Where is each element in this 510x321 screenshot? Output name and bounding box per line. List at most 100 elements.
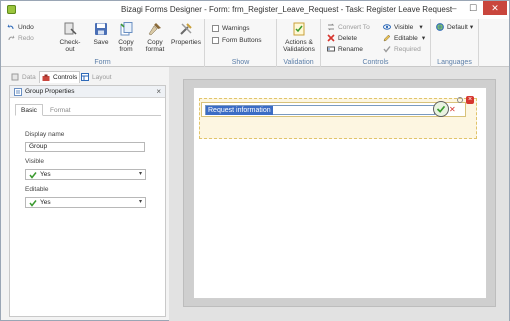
delete-label: Delete xyxy=(338,34,358,42)
save-label: Save xyxy=(93,39,109,46)
ribbon-group-form: Undo Redo Check-out Save Copy from Copy … xyxy=(1,19,205,67)
checkout-button[interactable]: Check-out xyxy=(55,21,85,53)
tab-layout-label: Layout xyxy=(92,73,112,81)
tab-controls[interactable]: Controls xyxy=(39,71,81,83)
layout-icon xyxy=(81,73,89,81)
editable-label: Editable xyxy=(394,34,418,42)
language-default-button[interactable]: Default ▾ xyxy=(436,22,473,32)
chevron-down-icon[interactable]: ▾ xyxy=(139,198,142,205)
tab-format[interactable]: Format xyxy=(45,104,76,116)
cancel-x-icon[interactable]: ✕ xyxy=(449,105,456,114)
designer-window: Bizagi Forms Designer - Form: frm_Regist… xyxy=(0,0,510,321)
checkout-label: Check-out xyxy=(59,39,81,53)
delete-x-icon xyxy=(327,34,335,42)
editable-field-label: Editable xyxy=(25,186,49,193)
panel-header: Group Properties × xyxy=(10,86,165,98)
required-label: Required xyxy=(394,45,421,53)
visible-select[interactable]: Yes ▾ xyxy=(25,169,146,180)
ribbon-toolbar: Undo Redo Check-out Save Copy from Copy … xyxy=(1,19,509,67)
undo-button[interactable]: Undo xyxy=(7,22,34,32)
settings-gear-icon[interactable] xyxy=(457,97,463,103)
ribbon-group-controls: Convert To Delete Rename Visible ▾ Edita… xyxy=(321,19,431,67)
warnings-label: Warnings xyxy=(222,24,250,32)
remove-group-button[interactable]: × xyxy=(466,96,474,104)
language-default-label: Default xyxy=(447,23,468,31)
tab-layout[interactable]: Layout xyxy=(81,71,112,83)
rename-label: Rename xyxy=(338,45,363,53)
group-title-input[interactable]: Request information xyxy=(205,105,435,115)
form-buttons-checkbox[interactable]: Form Buttons xyxy=(212,35,262,45)
visible-button[interactable]: Visible ▾ xyxy=(383,22,423,32)
ribbon-group-languages: Default ▾ Languages xyxy=(431,19,479,67)
panel-close-button[interactable]: × xyxy=(156,87,161,96)
tab-data[interactable]: Data xyxy=(11,71,36,83)
convert-to-button[interactable]: Convert To xyxy=(327,22,370,32)
rename-button[interactable]: Rename xyxy=(327,44,363,54)
edit-pencil-icon xyxy=(383,34,391,42)
minimize-button[interactable]: – xyxy=(445,1,463,15)
tab-basic[interactable]: Basic xyxy=(15,104,43,116)
undo-icon xyxy=(7,24,14,29)
redo-label: Redo xyxy=(18,34,34,42)
visible-select-value: Yes xyxy=(40,171,51,178)
copy-from-icon xyxy=(120,22,133,36)
form-group-label: Form xyxy=(94,59,111,66)
copy-format-label: Copy format xyxy=(145,39,165,53)
format-brush-icon xyxy=(148,23,161,36)
save-button[interactable]: Save xyxy=(91,21,111,46)
display-name-field[interactable]: Group xyxy=(25,142,145,152)
editable-button[interactable]: Editable ▾ xyxy=(383,33,425,43)
eye-icon xyxy=(383,24,391,30)
checkout-icon xyxy=(64,22,77,35)
properties-label: Properties xyxy=(170,39,202,46)
required-check-icon xyxy=(383,46,391,53)
redo-button[interactable]: Redo xyxy=(7,33,34,43)
group-properties-panel: Group Properties × Basic Format Display … xyxy=(9,85,166,317)
convert-to-label: Convert To xyxy=(338,23,370,31)
editable-dropdown-arrow-icon[interactable]: ▾ xyxy=(422,34,425,42)
rename-icon xyxy=(327,46,335,52)
copy-format-button[interactable]: Copy format xyxy=(143,21,167,53)
tab-data-label: Data xyxy=(22,73,36,81)
data-icon xyxy=(11,73,19,81)
form-buttons-label: Form Buttons xyxy=(222,36,262,44)
maximize-button[interactable]: ☐ xyxy=(464,1,482,15)
editable-select[interactable]: Yes ▾ xyxy=(25,197,146,208)
delete-button[interactable]: Delete xyxy=(327,33,357,43)
left-panel-tabs: Data Controls Layout xyxy=(7,70,169,84)
language-dropdown-arrow-icon[interactable]: ▾ xyxy=(470,23,473,31)
ribbon-group-validation: Actions & Validations Validation xyxy=(277,19,321,67)
controls-icon xyxy=(42,74,50,81)
globe-icon xyxy=(436,23,444,31)
app-logo-icon xyxy=(7,5,16,14)
controls-group-label: Controls xyxy=(362,59,389,66)
copy-from-label: Copy from xyxy=(118,39,134,53)
tools-icon xyxy=(180,23,192,35)
validation-group-label: Validation xyxy=(283,59,314,66)
redo-icon xyxy=(8,35,15,40)
visible-dropdown-arrow-icon[interactable]: ▾ xyxy=(419,23,422,31)
actions-validations-button[interactable]: Actions & Validations xyxy=(280,21,318,53)
close-window-button[interactable]: ✕ xyxy=(483,1,507,15)
required-button[interactable]: Required xyxy=(383,44,421,54)
accept-check-icon[interactable] xyxy=(433,101,449,117)
warnings-check-box[interactable] xyxy=(212,24,219,32)
title-bar: Bizagi Forms Designer - Form: frm_Regist… xyxy=(1,1,509,19)
ribbon-group-show: Warnings Form Buttons Show xyxy=(205,19,277,67)
editable-select-value: Yes xyxy=(40,199,51,206)
actions-validations-label: Actions & Validations xyxy=(283,39,315,53)
visible-label: Visible xyxy=(394,23,414,31)
undo-label: Undo xyxy=(18,23,34,31)
tab-controls-label: Controls xyxy=(53,74,78,81)
warnings-checkbox[interactable]: Warnings xyxy=(212,23,250,33)
panel-title: Group Properties xyxy=(25,88,75,95)
check-icon xyxy=(29,199,37,207)
form-buttons-check-box[interactable] xyxy=(212,36,219,44)
chevron-down-icon[interactable]: ▾ xyxy=(139,170,142,177)
save-icon xyxy=(95,23,107,35)
properties-button[interactable]: Properties xyxy=(170,21,202,46)
convert-icon xyxy=(327,23,335,31)
display-name-label: Display name xyxy=(25,131,65,138)
show-group-label: Show xyxy=(231,59,250,66)
copy-from-button[interactable]: Copy from xyxy=(114,21,138,53)
